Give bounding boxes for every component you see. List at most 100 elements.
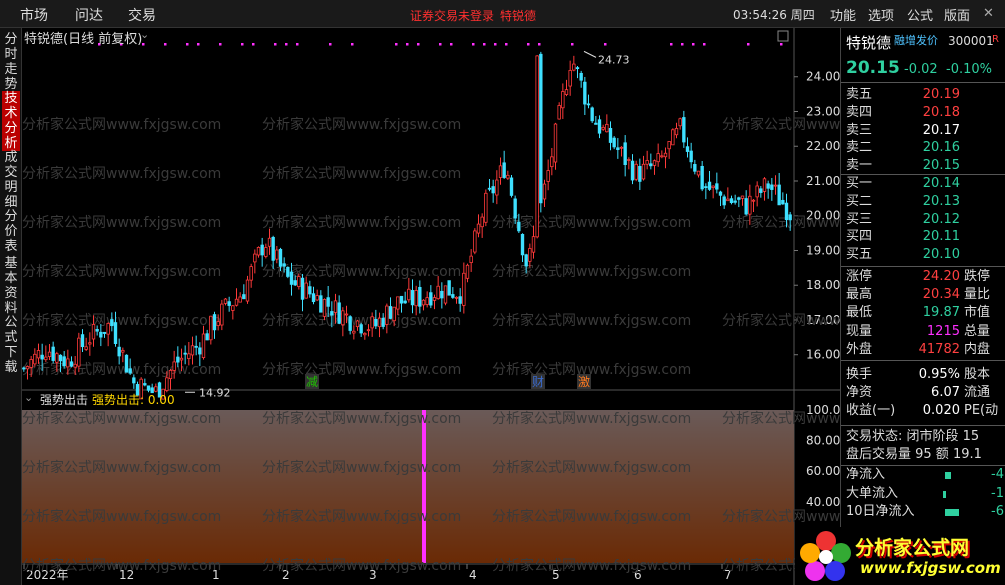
candle-body	[40, 354, 44, 360]
indicator-tick-label: 80.00	[806, 434, 840, 448]
signal-dot	[780, 43, 783, 46]
nav-jishu[interactable]: 技术分析	[2, 91, 20, 151]
row-label: 收益(一)	[846, 403, 896, 419]
stock-link[interactable]: 特锐德	[500, 7, 536, 24]
signal-dot	[494, 43, 497, 46]
menu-wenda[interactable]: 问达	[75, 5, 103, 25]
price-tick-label: 18.00	[806, 278, 840, 292]
stat-row: 涨停 24.20 跌停	[841, 268, 1005, 286]
candle-body	[227, 301, 231, 306]
row-value: 20.15	[922, 158, 960, 174]
login-status[interactable]: 证券交易未登录	[410, 7, 494, 24]
bid-row: 买四 20.11	[841, 228, 1005, 246]
candle-body	[172, 361, 176, 371]
candle-body	[128, 368, 132, 374]
row-value: 20.34	[922, 287, 960, 303]
kline-chart-area[interactable]: 24.00 23.00 22.00 21.00 20.00 19.00 18.00 17.00…	[22, 28, 840, 585]
row-label: 涨停	[846, 269, 873, 284]
signal-dot	[351, 43, 354, 46]
menu-market[interactable]: 市场	[20, 5, 48, 25]
quote-panel: 特锐德 融增发价 300001 R 20.15 -0.02 -0.10% 交易状…	[840, 28, 1005, 585]
signal-dot	[329, 43, 332, 46]
candle-body	[414, 290, 418, 307]
logo-text: 分析家公式网	[855, 537, 970, 559]
watermark-text: 分析家公式网www.fxjgsw.com	[22, 263, 221, 280]
candle-body	[47, 351, 52, 357]
nav-jiben[interactable]: 基本资料	[2, 256, 20, 316]
flow-bar	[943, 490, 946, 498]
candle-body	[198, 347, 202, 355]
row-value: 20.19	[922, 87, 960, 102]
watermark-logo: 分析家公式网 www.fxjgsw.com	[795, 527, 1005, 585]
candle-body	[55, 353, 59, 363]
row-label: 最高	[846, 287, 873, 303]
candle-body	[352, 330, 356, 334]
nav-fenjia[interactable]: 分价表	[2, 209, 20, 254]
candle-body	[231, 305, 235, 311]
candle-body	[66, 358, 70, 368]
menu-layout[interactable]: 版面	[944, 5, 970, 24]
candle-body	[187, 353, 191, 360]
candle-body	[429, 292, 433, 306]
candle-body	[300, 277, 305, 300]
menu-trade[interactable]: 交易	[128, 5, 156, 25]
candle-body	[718, 191, 723, 196]
candle-body	[476, 223, 481, 234]
candle-body	[542, 183, 547, 200]
menu-option[interactable]: 选项	[868, 5, 894, 24]
top-menu-bar: 市场 问达 交易 证券交易未登录 特锐德 03:54:26 周四 功能 选项 公…	[0, 0, 1005, 28]
candle-body	[99, 331, 103, 338]
candle-body	[513, 198, 517, 219]
indicator-menu-icon[interactable]: ⌄	[24, 391, 33, 404]
signal-dot	[252, 43, 255, 46]
watermark-text: 分析家公式网www.fxjgsw.com	[492, 214, 691, 231]
candle-body	[645, 160, 649, 165]
nav-gongshi[interactable]: 公式下载	[2, 315, 20, 375]
candle-body	[597, 119, 602, 134]
candle-body	[586, 103, 591, 106]
candle-body	[330, 311, 334, 316]
candle-body	[685, 146, 690, 152]
menu-func[interactable]: 功能	[830, 5, 856, 24]
candle-body	[733, 200, 737, 203]
nav-fenshi[interactable]: 分时走势	[2, 32, 20, 92]
flow-label: 10日净流入	[846, 504, 915, 519]
signal-dot	[274, 43, 277, 46]
candle-body	[69, 361, 74, 367]
bid-row: 买二 20.13	[841, 193, 1005, 211]
watermark-text: 分析家公式网www.fxjgsw.com	[492, 312, 691, 329]
candle-body	[377, 317, 382, 328]
watermark-text: 分析家公式网www.fxjgsw.com	[722, 410, 840, 427]
watermark-text: 分析家公式网www.fxjgsw.com	[722, 508, 840, 525]
close-icon[interactable]: ✕	[983, 6, 994, 21]
watermark-text: 分析家公式网www.fxjgsw.com	[22, 165, 221, 182]
kline-svg[interactable]: 24.0023.0022.0021.0020.0019.0018.0017.00…	[22, 28, 840, 585]
candle-body	[487, 187, 492, 190]
candle-body	[146, 385, 151, 391]
candle-body	[410, 290, 415, 306]
candle-body	[744, 198, 748, 215]
indicator-panel	[22, 410, 794, 563]
nav-chengjiao[interactable]: 成交明细	[2, 150, 20, 210]
signal-dot	[417, 43, 420, 46]
chevron-down-icon[interactable]: ⌄	[140, 28, 149, 41]
candle-body	[748, 195, 752, 215]
indicator-title: 强势出击	[40, 393, 89, 407]
candle-body	[696, 170, 701, 176]
row-label: 卖四	[846, 104, 873, 120]
signal-dot	[285, 43, 288, 46]
candle-body	[253, 253, 257, 263]
watermark-text: 分析家公式网www.fxjgsw.com	[262, 214, 461, 231]
row-value: 20.10	[922, 247, 960, 263]
flow-bar	[945, 509, 959, 516]
stock-tag: 融增发价	[894, 34, 938, 47]
candle-body	[22, 367, 26, 370]
candle-body	[737, 197, 741, 200]
candle-body	[168, 370, 173, 380]
signal-dot	[439, 43, 442, 46]
flow-row: 大单流入 -1	[841, 485, 1005, 503]
stat-row: 最高 20.34 量比	[841, 286, 1005, 304]
menu-formula[interactable]: 公式	[907, 5, 933, 24]
r-badge: R	[992, 34, 999, 45]
flow-label: 大单流入	[846, 485, 899, 501]
